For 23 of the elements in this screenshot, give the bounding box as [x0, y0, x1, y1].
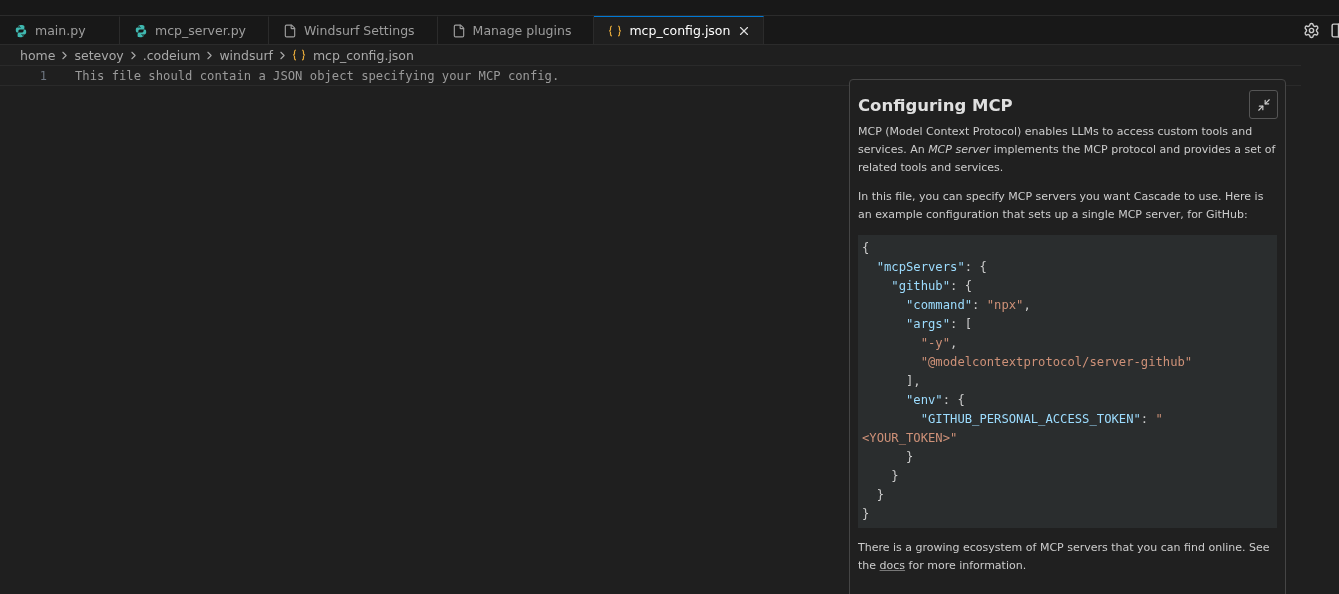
file-icon [282, 23, 297, 38]
breadcrumb-item[interactable]: setevoy [74, 47, 124, 63]
docs-link[interactable]: docs [879, 559, 906, 572]
paragraph: There is a growing ecosystem of MCP servers that you can find online. See the docs for more information. [858, 540, 1271, 574]
breadcrumb-item[interactable]: windsurf [219, 47, 273, 63]
braces-icon [608, 24, 623, 37]
editor-tab[interactable]: mcp_config.json [594, 16, 765, 44]
paragraph: MCP (Model Context Protocol) enables LLMs to access custom tools and services. An MCP server implements the MCP protocol and provides a set of related tools and services. [858, 124, 1277, 176]
code-block: { "mcpServers": { "github": { "command": "npx", "args": [ "-y", "@modelcontextprotocol/server-github" ], "env": { "GITHUB_PERSONAL_ACCESS_TOKEN": " <YOUR_TOKEN>" } } } } [858, 235, 1277, 528]
braces-icon [291, 49, 306, 61]
collapse-icon [1256, 97, 1271, 112]
paragraph: In this file, you can specify MCP servers you want Cascade to use. Here is an example configuration that sets up a single MCP server, for GitHub: [858, 189, 1265, 223]
python-icon [14, 23, 28, 38]
panel-title: Configuring MCP [858, 96, 1013, 115]
breadcrumb-item[interactable]: .codeium [142, 47, 201, 63]
line-number: 1 [38, 68, 48, 83]
file-icon [451, 23, 466, 38]
breadcrumb-item[interactable]: mcp_config.json [312, 47, 414, 63]
collapse-button[interactable] [1249, 90, 1278, 119]
settings-icon[interactable] [1303, 21, 1320, 39]
python-icon [134, 23, 148, 38]
breadcrumb-item[interactable]: home [20, 47, 56, 63]
editor-line: This file should contain a JSON object specifying your MCP config. [75, 68, 560, 83]
